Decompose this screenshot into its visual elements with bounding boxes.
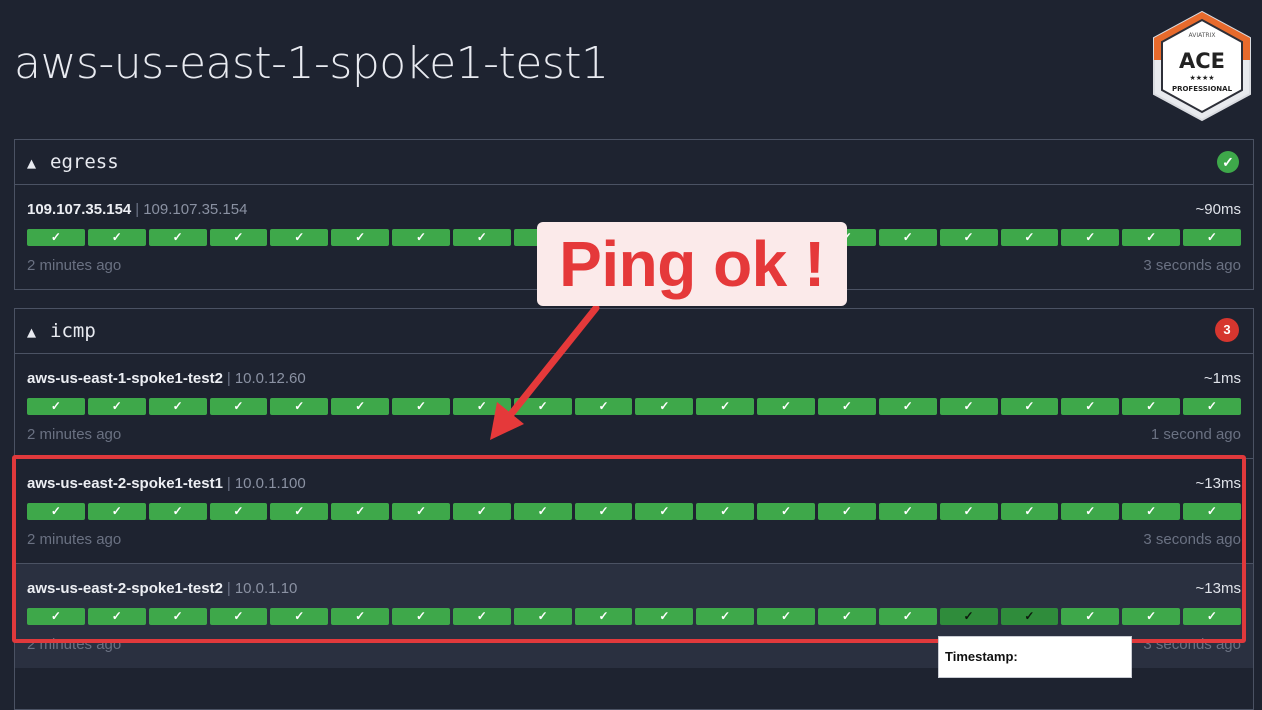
- heartbeat-bar[interactable]: ✓: [1000, 398, 1059, 415]
- last-seen: 1 second ago: [1150, 426, 1241, 443]
- heartbeat-bar[interactable]: ✓: [1183, 229, 1241, 246]
- heartbeat-bar[interactable]: ✓: [270, 229, 329, 246]
- heartbeat-bar[interactable]: ✓: [209, 229, 268, 246]
- timestamp-tooltip: Timestamp:: [938, 636, 1132, 678]
- group-header-egress[interactable]: ▲ egress ✓: [15, 140, 1253, 185]
- aviatrix-ace-badge: AVIATRIX ACE ★★★★ PROFESSIONAL: [1153, 10, 1251, 122]
- heartbeat-bar[interactable]: ✓: [939, 398, 998, 415]
- heartbeat-bar[interactable]: ✓: [1000, 229, 1059, 246]
- heartbeat-bar[interactable]: ✓: [148, 229, 207, 246]
- heartbeat-bar[interactable]: ✓: [209, 398, 268, 415]
- row-ip: 10.0.12.60: [234, 370, 306, 387]
- heartbeat-bar[interactable]: ✓: [392, 398, 450, 415]
- heartbeat-bar[interactable]: ✓: [757, 398, 815, 415]
- heartbeat-bar[interactable]: ✓: [513, 398, 572, 415]
- heartbeat-bar[interactable]: ✓: [635, 398, 694, 415]
- latency: ~90ms: [1195, 201, 1241, 218]
- collapse-triangle-icon[interactable]: ▲: [27, 154, 36, 172]
- heartbeat-bar[interactable]: ✓: [331, 229, 390, 246]
- collapse-triangle-icon[interactable]: ▲: [27, 323, 36, 341]
- separator: |: [226, 370, 231, 387]
- check-circle-icon: ✓: [1217, 151, 1239, 173]
- heartbeat-bar[interactable]: ✓: [939, 229, 998, 246]
- badge-level: PROFESSIONAL: [1172, 85, 1233, 93]
- page-title: aws-us-east-1-spoke1-test1: [14, 38, 609, 89]
- group-title[interactable]: ▲ icmp: [27, 320, 96, 342]
- heartbeat-bar[interactable]: ✓: [452, 229, 511, 246]
- heartbeat-bar[interactable]: ✓: [452, 398, 511, 415]
- heartbeat-bar[interactable]: ✓: [696, 398, 755, 415]
- latency: ~1ms: [1203, 370, 1241, 387]
- heartbeat-bar[interactable]: ✓: [574, 398, 633, 415]
- group-name: icmp: [50, 320, 96, 342]
- heartbeat-bar[interactable]: ✓: [148, 398, 207, 415]
- row-name: aws-us-east-1-spoke1-test2: [27, 370, 223, 387]
- heartbeat-bar[interactable]: ✓: [1122, 398, 1181, 415]
- heartbeat-bar[interactable]: ✓: [27, 229, 85, 246]
- heartbeat-bar[interactable]: ✓: [270, 398, 329, 415]
- group-header-icmp[interactable]: ▲ icmp 3: [15, 309, 1253, 354]
- last-seen: 3 seconds ago: [1143, 257, 1241, 274]
- monitor-row[interactable]: aws-us-east-1-spoke1-test2 | 10.0.12.60 ~1…: [15, 354, 1253, 458]
- tooltip-label: Timestamp:: [945, 649, 1018, 664]
- heartbeat-bar[interactable]: ✓: [817, 398, 876, 415]
- group-name: egress: [50, 151, 119, 173]
- row-ip: 109.107.35.154: [143, 201, 248, 218]
- heartbeat-bar[interactable]: ✓: [392, 229, 450, 246]
- heartbeat-bar[interactable]: ✓: [87, 398, 146, 415]
- heartbeat-bar[interactable]: ✓: [331, 398, 390, 415]
- group-title[interactable]: ▲ egress: [27, 151, 119, 173]
- first-seen: 2 minutes ago: [27, 257, 122, 274]
- heartbeat-bar[interactable]: ✓: [87, 229, 146, 246]
- badge-stars: ★★★★: [1189, 74, 1214, 82]
- ping-ok-annotation: Ping ok !: [537, 222, 847, 306]
- heartbeat-bar[interactable]: ✓: [878, 229, 937, 246]
- heartbeat-bar[interactable]: ✓: [1122, 229, 1181, 246]
- heartbeat-bar[interactable]: ✓: [878, 398, 937, 415]
- highlight-box: [12, 455, 1246, 643]
- badge-brand: AVIATRIX: [1189, 32, 1216, 39]
- row-name: 109.107.35.154: [27, 201, 132, 218]
- badge-name: ACE: [1179, 49, 1225, 73]
- first-seen: 2 minutes ago: [27, 426, 122, 443]
- heartbeat-bar[interactable]: ✓: [1183, 398, 1241, 415]
- heartbeat-bar[interactable]: ✓: [1061, 229, 1120, 246]
- separator: |: [135, 201, 140, 218]
- heartbeat-bars: ✓✓✓✓✓✓✓✓✓✓✓✓✓✓✓✓✓✓✓✓: [27, 398, 1241, 415]
- alert-count-badge: 3: [1215, 318, 1239, 342]
- heartbeat-bar[interactable]: ✓: [27, 398, 85, 415]
- heartbeat-bar[interactable]: ✓: [1061, 398, 1120, 415]
